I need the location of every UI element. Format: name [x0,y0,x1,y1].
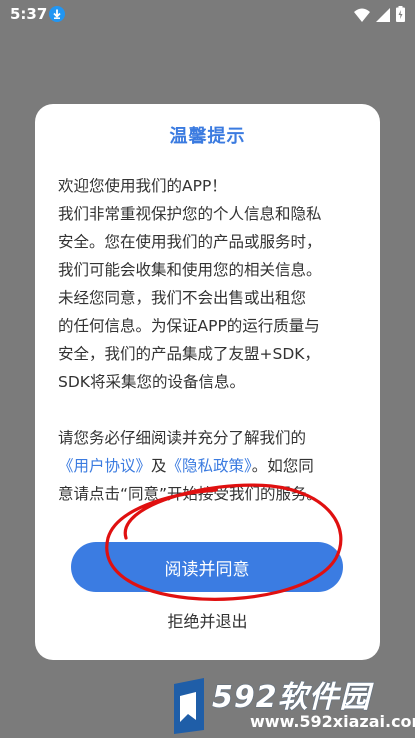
and-text: 及 [151,457,167,475]
agree-button[interactable]: 阅读并同意 [71,542,343,592]
dialog-content: 欢迎您使用我们的APP！ 我们非常重视保护您的个人信息和隐私 安全。您在使用我们… [58,172,363,508]
content-line: 的任何信息。为保证APP的运行质量与 [58,317,320,335]
privacy-dialog: 温馨提示 欢迎您使用我们的APP！ 我们非常重视保护您的个人信息和隐私 安全。您… [35,104,380,660]
reject-button[interactable]: 拒绝并退出 [35,608,380,632]
privacy-policy-link[interactable]: 《隐私政策》 [167,457,252,475]
content-line: 请您务必仔细阅读并充分了解我们的 [58,429,307,447]
battery-icon [396,6,405,26]
wifi-icon [354,7,370,26]
content-tail: 。如您同 [251,457,314,475]
status-bar: 5:37 [0,0,415,28]
content-line: 安全。您在使用我们的产品或服务时， [58,233,322,251]
status-time: 5:37 [10,5,48,23]
content-line-links: 《用户协议》及《隐私政策》。如您同 [58,452,363,480]
dialog-title: 温馨提示 [169,126,246,147]
watermark-brand: 592软件园 [212,680,371,715]
watermark-url: www.592xiazai.com [250,712,415,731]
content-line: SDK将采集您的设备信息。 [58,373,245,391]
signal-icon [376,7,390,26]
content-line: 未经您同意，我们不会出售或出租您 [58,289,307,307]
user-agreement-link[interactable]: 《用户协议》 [58,457,151,475]
status-icons [354,6,405,26]
content-line: 意请点击“同意”开始接受我们的服务。 [58,485,323,503]
download-icon [49,6,65,22]
watermark-logo-icon [174,678,204,734]
content-line: 我们可能会收集和使用您的相关信息。 [58,261,322,279]
content-line: 我们非常重视保护您的个人信息和隐私 [58,205,322,223]
content-line: 欢迎您使用我们的APP！ [58,177,227,195]
content-line: 安全，我们的产品集成了友盟+SDK， [58,345,320,363]
watermark: 592软件园 www.592xiazai.com [168,672,415,738]
